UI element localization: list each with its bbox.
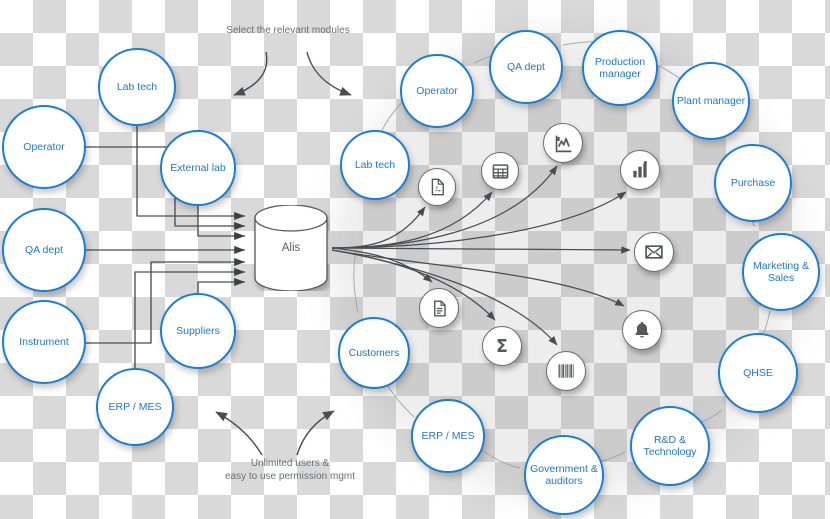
output-node-erp-mes[interactable]: ERP / MES [411, 399, 485, 473]
svg-text:Σ: Σ [496, 337, 508, 357]
output-node-marketing-sales[interactable]: Marketing & Sales [742, 233, 820, 311]
node-label: Government & auditors [530, 463, 598, 487]
node-label: ERP / MES [108, 401, 162, 413]
output-node-qa-dept[interactable]: QA dept [489, 30, 563, 104]
node-label: Operator [416, 85, 458, 97]
output-node-plant-manager[interactable]: Plant manager [672, 62, 750, 140]
annotation-top: Select the relevant modules [226, 25, 350, 36]
output-node-lab-tech[interactable]: Lab tech [340, 130, 410, 200]
output-node-operator[interactable]: Operator [400, 54, 474, 128]
output-node-r-d-technology[interactable]: R&D & Technology [630, 406, 710, 486]
node-label: Lab tech [116, 81, 158, 93]
output-node-customers[interactable]: Customers [338, 317, 410, 389]
node-label: Plant manager [676, 95, 746, 107]
output-node-government-auditors[interactable]: Government & auditors [524, 435, 604, 515]
module-pdf-icon[interactable] [418, 168, 456, 206]
input-node-operator[interactable]: Operator [2, 105, 86, 189]
sigma-icon: Σ [491, 335, 513, 357]
module-barcode-icon[interactable] [546, 351, 586, 391]
node-label: Customers [348, 347, 400, 359]
annotation-arrows-top [233, 51, 352, 96]
node-label: ERP / MES [421, 430, 475, 442]
bar-chart-icon [630, 160, 650, 180]
annotation-arrows-bottom [215, 410, 335, 456]
node-label: R&D & Technology [643, 434, 697, 458]
node-label: Purchase [730, 177, 776, 189]
output-node-production-manager[interactable]: Production manager [582, 30, 658, 106]
database-label: Alis [281, 242, 301, 254]
table-grid-icon [491, 162, 510, 181]
module-bell-icon[interactable] [622, 310, 662, 350]
diagram-canvas: Alis Lab tech Operator External lab QA dept… [0, 0, 830, 519]
node-label: Instrument [19, 336, 69, 348]
module-line-chart-icon[interactable] [543, 123, 583, 163]
node-label: Production manager [594, 56, 646, 80]
node-label: QA dept [507, 61, 545, 73]
envelope-icon [644, 242, 664, 262]
node-label: Lab tech [354, 159, 396, 171]
node-label: Operator [23, 141, 65, 153]
input-node-instrument[interactable]: Instrument [2, 300, 86, 384]
module-envelope-icon[interactable] [634, 232, 674, 272]
alis-database[interactable]: Alis [252, 204, 330, 292]
node-label: QA dept [25, 244, 63, 256]
module-bar-chart-icon[interactable] [620, 150, 660, 190]
output-node-purchase[interactable]: Purchase [714, 144, 792, 222]
module-document-icon[interactable] [419, 288, 459, 328]
annotation-bottom: Unlimited users & easy to use permission… [224, 458, 356, 482]
input-node-external-lab[interactable]: External lab [160, 130, 236, 206]
input-node-lab-tech[interactable]: Lab tech [98, 48, 176, 126]
barcode-icon [556, 361, 576, 381]
input-node-qa-dept[interactable]: QA dept [2, 208, 86, 292]
module-sigma-icon[interactable]: Σ [482, 326, 522, 366]
node-label: Marketing & Sales [752, 260, 810, 284]
node-label: QHSE [743, 367, 773, 379]
document-icon [430, 299, 449, 318]
node-label: External lab [170, 162, 226, 174]
line-chart-icon [553, 133, 574, 154]
output-node-qhse[interactable]: QHSE [718, 333, 798, 413]
input-node-erp-mes[interactable]: ERP / MES [96, 368, 174, 446]
module-table-grid-icon[interactable] [481, 152, 519, 190]
input-node-suppliers[interactable]: Suppliers [160, 293, 236, 369]
node-label: Suppliers [176, 325, 220, 337]
pdf-icon [427, 177, 447, 197]
bell-icon [632, 320, 652, 340]
